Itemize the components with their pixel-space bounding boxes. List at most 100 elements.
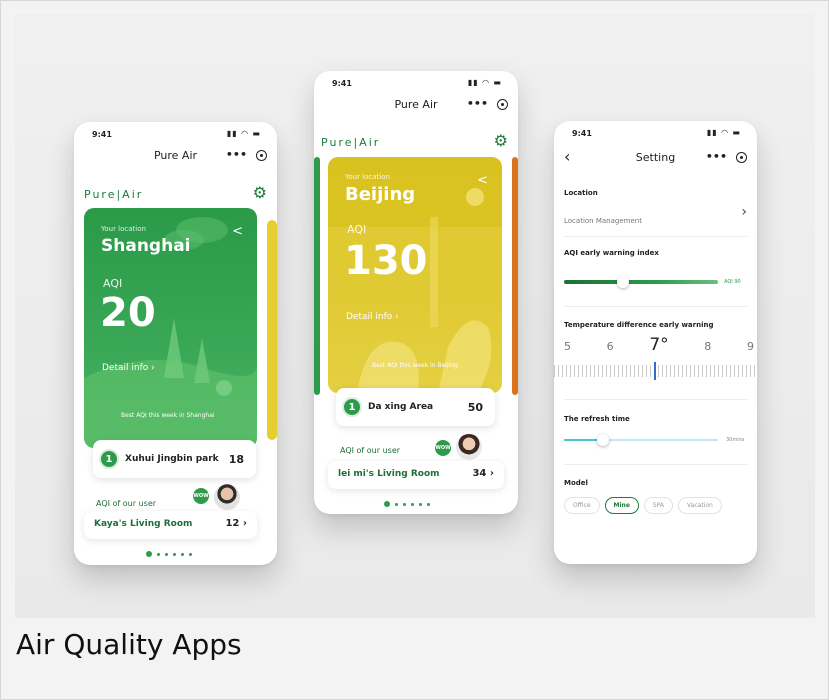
aqi-warning-value: AQI 90 [724, 279, 741, 285]
phone-left: 9:41 ▮▮ ◠ ▬ Pure Air ••• Pure|Air ⚙ Your… [74, 122, 277, 565]
avatar [214, 484, 240, 510]
wow-badge: WOW [193, 488, 209, 504]
next-card-peek [512, 157, 518, 395]
user-room-row[interactable]: Kaya's Living Room 12 › [84, 511, 257, 539]
model-chip[interactable]: Office [564, 497, 600, 514]
temp-option[interactable]: 9 [747, 340, 754, 353]
model-chip[interactable]: Vacation [678, 497, 722, 514]
refresh-slider[interactable] [564, 434, 718, 446]
status-bar: 9:41 ▮▮ ◠ ▬ [554, 121, 757, 143]
showcase-stage: 9:41 ▮▮ ◠ ▬ Pure Air ••• Pure|Air ⚙ Your… [15, 14, 815, 618]
ranking-value: 18 [228, 452, 244, 466]
back-icon[interactable]: ‹ [564, 148, 570, 166]
room-name: lei mi's Living Room [338, 469, 440, 479]
page-dot[interactable] [181, 552, 184, 556]
refresh-knob[interactable] [597, 434, 609, 446]
detail-info-link[interactable]: Detail info › [102, 363, 155, 373]
temp-option[interactable]: 8 [704, 340, 711, 353]
model-chip-selected[interactable]: Mine [604, 497, 639, 514]
wow-badge: WOW [435, 440, 451, 456]
phone-right: 9:41 ▮▮ ◠ ▬ ‹ Setting ••• Location Locat… [554, 121, 757, 564]
page-dot[interactable] [173, 552, 176, 556]
aqi-warning-title: AQI early warning index [564, 249, 659, 257]
room-value-group: 12 › [225, 518, 247, 529]
rank-badge: 1 [99, 449, 119, 469]
close-capsule-icon[interactable] [497, 99, 508, 110]
status-bar: 9:41 ▮▮ ◠ ▬ [74, 122, 277, 144]
aqi-card[interactable]: Your location < Shanghai AQI 20 Detail i… [84, 208, 257, 448]
model-chip[interactable]: SPA [643, 497, 674, 514]
location-management-label: Location Management [564, 217, 642, 225]
close-capsule-icon[interactable] [256, 150, 267, 161]
location-label: Your location [345, 173, 390, 181]
ranking-row[interactable]: 1 Xuhui Jingbin park 18 [93, 440, 256, 478]
refresh-title: The refresh time [564, 415, 630, 423]
share-icon[interactable]: < [477, 173, 488, 188]
aqi-warning-section: AQI early warning index [564, 249, 747, 257]
detail-info-link[interactable]: Detail info › [346, 312, 399, 322]
chevron-right-icon: › [741, 204, 747, 220]
page-dot[interactable] [411, 502, 414, 506]
page-dot[interactable] [157, 552, 160, 556]
ranking-row[interactable]: 1 Da xing Area 50 [336, 388, 495, 426]
aqi-value: 130 [344, 238, 428, 284]
page-dot[interactable] [403, 502, 406, 506]
close-capsule-icon[interactable] [736, 152, 747, 163]
nav-title: Pure Air [153, 149, 198, 162]
best-week-text: Best AQI this week in Beijing [372, 362, 458, 369]
user-aqi-label: AQI of our user [340, 446, 401, 455]
more-icon[interactable]: ••• [226, 148, 247, 161]
refresh-value: 30mins [726, 437, 745, 443]
location-label: Your location [101, 225, 146, 233]
gear-icon[interactable]: ⚙ [253, 183, 267, 202]
nav-title: Setting [635, 151, 676, 164]
location-management-row[interactable]: Location Management › [564, 204, 747, 227]
page-dot[interactable] [427, 502, 430, 506]
model-options: Office Mine SPA Vacation [564, 497, 722, 514]
divider [564, 236, 747, 237]
gear-icon[interactable]: ⚙ [494, 131, 508, 150]
aqi-warning-slider[interactable] [564, 276, 718, 288]
page-dot-active[interactable] [384, 501, 390, 507]
room-name: Kaya's Living Room [94, 519, 193, 529]
status-time: 9:41 [332, 79, 352, 88]
caption: Air Quality Apps [16, 628, 242, 661]
page-dot[interactable] [395, 502, 398, 506]
chevron-right-icon: › [242, 518, 247, 529]
aqi-warning-knob[interactable] [617, 276, 629, 288]
detail-info-label: Detail info [346, 312, 393, 322]
best-week-text: Best AQI this week in Shanghai [121, 412, 215, 419]
temp-option[interactable]: 5 [564, 340, 571, 353]
page-dot[interactable] [165, 552, 168, 556]
aqi-card[interactable]: Your location < Beijing AQI 130 Detail i… [328, 157, 502, 393]
aqi-label: AQI [103, 277, 123, 290]
signal-battery-icon: ▮▮ ◠ ▬ [226, 129, 261, 138]
brand-logo: Pure|Air [84, 188, 144, 201]
city-name: Beijing [345, 184, 416, 205]
temp-option[interactable]: 6 [607, 340, 614, 353]
status-bar: 9:41 ▮▮ ◠ ▬ [314, 71, 518, 93]
refresh-section: The refresh time [564, 415, 747, 423]
page-dots [146, 551, 192, 557]
divider [564, 306, 747, 307]
page-dot[interactable] [189, 552, 192, 556]
location-title: Location [564, 189, 598, 197]
location-section: Location [564, 189, 747, 197]
prev-card-peek [314, 157, 320, 395]
temperature-title: Temperature difference early warning [564, 321, 714, 329]
phone-center: 9:41 ▮▮ ◠ ▬ Pure Air ••• Pure|Air ⚙ Your… [314, 71, 518, 514]
brand-logo: Pure|Air [321, 136, 381, 149]
divider [564, 464, 747, 465]
status-time: 9:41 [572, 129, 592, 138]
share-icon[interactable]: < [232, 224, 243, 239]
page-dot[interactable] [419, 502, 422, 506]
temp-option-current[interactable]: 7° [649, 335, 668, 355]
signal-battery-icon: ▮▮ ◠ ▬ [467, 78, 502, 87]
temperature-picker[interactable]: 5 6 7° 8 9 [564, 335, 754, 355]
divider [564, 399, 747, 400]
more-icon[interactable]: ••• [467, 97, 488, 110]
user-room-row[interactable]: lei mi's Living Room 34 › [328, 461, 504, 489]
more-icon[interactable]: ••• [706, 150, 727, 163]
model-section: Model [564, 479, 747, 487]
page-dot-active[interactable] [146, 551, 152, 557]
